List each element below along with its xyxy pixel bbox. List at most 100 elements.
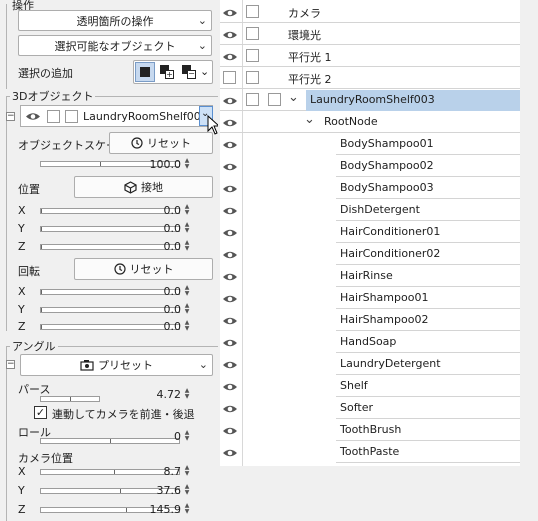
tree-row[interactable]: HairShampoo01 bbox=[218, 287, 520, 309]
position-y-value[interactable]: 0.0 bbox=[141, 222, 182, 235]
object3d-collapse-toggle[interactable]: − bbox=[6, 112, 15, 121]
chevron-down-icon[interactable]: ⌄ bbox=[288, 90, 299, 105]
position-y-spinner[interactable]: ▲ ▼ bbox=[183, 222, 191, 234]
tree-item-label: HairConditioner02 bbox=[340, 247, 441, 260]
tree-row[interactable]: BodyShampoo02 bbox=[218, 155, 520, 177]
perspective-slider[interactable] bbox=[40, 396, 100, 402]
link-camera-checkbox[interactable]: ✓ bbox=[34, 406, 47, 419]
position-z-spinner[interactable]: ▲ ▼ bbox=[183, 240, 191, 252]
eye-icon[interactable] bbox=[222, 227, 238, 239]
selectable-objects-dropdown[interactable]: 選択可能なオブジェクト ⌄ bbox=[18, 35, 212, 56]
rotation-x-value[interactable]: 0.0 bbox=[141, 285, 182, 298]
tree-row[interactable]: BodyShampoo01 bbox=[218, 133, 520, 155]
roll-value[interactable]: 0 bbox=[141, 430, 181, 443]
tree-row-selected[interactable]: ⌄ LaundryRoomShelf003 bbox=[218, 89, 520, 111]
eye-icon[interactable] bbox=[222, 359, 238, 371]
tree-row[interactable]: LaundryDetergent bbox=[218, 353, 520, 375]
eye-icon[interactable] bbox=[222, 249, 238, 261]
object3d-group-title: 3Dオブジェクト bbox=[10, 88, 96, 104]
eye-icon[interactable] bbox=[222, 403, 238, 415]
eye-icon[interactable] bbox=[222, 183, 238, 195]
selection-add-button[interactable]: + bbox=[157, 62, 177, 82]
camera-z-spinner[interactable]: ▲ ▼ bbox=[183, 503, 191, 515]
tree-item-label: ToothBrush bbox=[340, 423, 402, 436]
tree-row[interactable]: HandSoap bbox=[218, 331, 520, 353]
tree-scrollbar-track[interactable] bbox=[520, 0, 538, 521]
tree-row[interactable]: HairConditioner01 bbox=[218, 221, 520, 243]
position-z-value[interactable]: 0.0 bbox=[141, 240, 182, 253]
eye-icon[interactable] bbox=[222, 7, 238, 19]
rotation-reset-button[interactable]: リセット bbox=[74, 258, 213, 280]
tree-row[interactable]: ⌄ RootNode bbox=[218, 111, 520, 133]
rotation-z-value[interactable]: 0.0 bbox=[141, 320, 182, 333]
tree-row[interactable]: ToothPaste bbox=[218, 441, 520, 463]
scale-value[interactable]: 100.0 bbox=[141, 158, 182, 171]
eye-icon[interactable] bbox=[222, 95, 238, 107]
visibility-checkbox[interactable] bbox=[47, 110, 60, 123]
transparent-operation-dropdown[interactable]: 透明箇所の操作 ⌄ bbox=[18, 10, 212, 31]
tree-row[interactable]: カメラ bbox=[218, 1, 520, 23]
rotation-z-spinner[interactable]: ▲ ▼ bbox=[183, 320, 191, 332]
tree-row[interactable]: Shelf bbox=[218, 375, 520, 397]
eye-icon[interactable] bbox=[25, 111, 41, 122]
rotation-y-spinner[interactable]: ▲ ▼ bbox=[183, 303, 191, 315]
chevron-down-icon[interactable]: ⌄ bbox=[304, 112, 315, 127]
eye-icon[interactable] bbox=[222, 337, 238, 349]
row-bg bbox=[220, 23, 520, 45]
perspective-value[interactable]: 4.72 bbox=[141, 388, 182, 401]
tree-row[interactable]: HairConditioner02 bbox=[218, 243, 520, 265]
eye-icon[interactable] bbox=[222, 51, 238, 63]
position-x-spinner[interactable]: ▲ ▼ bbox=[183, 204, 191, 216]
scale-reset-button[interactable]: リセット bbox=[109, 132, 213, 154]
rotation-y-value[interactable]: 0.0 bbox=[141, 303, 182, 316]
tree-row[interactable]: ToothBrush bbox=[218, 419, 520, 441]
position-z-slider-fill bbox=[41, 245, 42, 249]
tree-row[interactable]: 平行光 1 bbox=[218, 45, 520, 67]
visibility-checkbox[interactable] bbox=[246, 71, 259, 84]
tree-row[interactable]: HairShampoo02 bbox=[218, 309, 520, 331]
roll-spinner[interactable]: ▲ ▼ bbox=[183, 430, 191, 442]
tree-row[interactable]: BodyShampoo03 bbox=[218, 177, 520, 199]
camera-y-value[interactable]: 37.6 bbox=[141, 484, 182, 497]
lock-checkbox[interactable] bbox=[268, 93, 281, 106]
selection-subtract-button[interactable]: − bbox=[179, 62, 199, 82]
selection-new-button[interactable] bbox=[135, 62, 155, 82]
tree-item-label: Shelf bbox=[340, 379, 368, 392]
visibility-toggle-box[interactable] bbox=[223, 71, 236, 84]
eye-icon[interactable] bbox=[222, 161, 238, 173]
ground-button[interactable]: 接地 bbox=[74, 176, 213, 198]
visibility-checkbox[interactable] bbox=[246, 27, 259, 40]
camera-x-value[interactable]: 8.7 bbox=[141, 465, 182, 478]
visibility-checkbox[interactable] bbox=[246, 93, 259, 106]
rotation-x-spinner[interactable]: ▲ ▼ bbox=[183, 285, 191, 297]
eye-icon[interactable] bbox=[222, 29, 238, 41]
tree-row[interactable]: DishDetergent bbox=[218, 199, 520, 221]
camera-y-spinner[interactable]: ▲ ▼ bbox=[183, 484, 191, 496]
tree-row[interactable]: Softer bbox=[218, 397, 520, 419]
perspective-spinner[interactable]: ▲ ▼ bbox=[183, 388, 191, 400]
eye-icon[interactable] bbox=[222, 381, 238, 393]
tree-item-label: LaundryRoomShelf003 bbox=[310, 93, 435, 106]
position-x-value[interactable]: 0.0 bbox=[141, 204, 182, 217]
scale-spinner[interactable]: ▲ ▼ bbox=[183, 158, 191, 170]
tree-row[interactable]: 平行光 2 bbox=[218, 67, 520, 89]
visibility-checkbox[interactable] bbox=[246, 5, 259, 18]
tree-row[interactable]: 環境光 bbox=[218, 23, 520, 45]
eye-icon[interactable] bbox=[222, 315, 238, 327]
angle-collapse-toggle[interactable]: − bbox=[6, 360, 15, 369]
lock-checkbox[interactable] bbox=[65, 110, 78, 123]
eye-icon[interactable] bbox=[222, 447, 238, 459]
eye-icon[interactable] bbox=[222, 205, 238, 217]
chevron-down-icon[interactable]: ⌄ bbox=[200, 65, 209, 78]
camera-z-value[interactable]: 145.9 bbox=[141, 503, 182, 516]
tree-item-label: 平行光 1 bbox=[288, 51, 332, 64]
visibility-checkbox[interactable] bbox=[246, 49, 259, 62]
tree-row[interactable]: HairRinse bbox=[218, 265, 520, 287]
eye-icon[interactable] bbox=[222, 293, 238, 305]
eye-icon[interactable] bbox=[222, 271, 238, 283]
eye-icon[interactable] bbox=[222, 117, 238, 129]
eye-icon[interactable] bbox=[222, 425, 238, 437]
camera-x-spinner[interactable]: ▲ ▼ bbox=[183, 465, 191, 477]
eye-icon[interactable] bbox=[222, 139, 238, 151]
angle-preset-dropdown[interactable]: プリセット ⌄ bbox=[20, 354, 213, 376]
